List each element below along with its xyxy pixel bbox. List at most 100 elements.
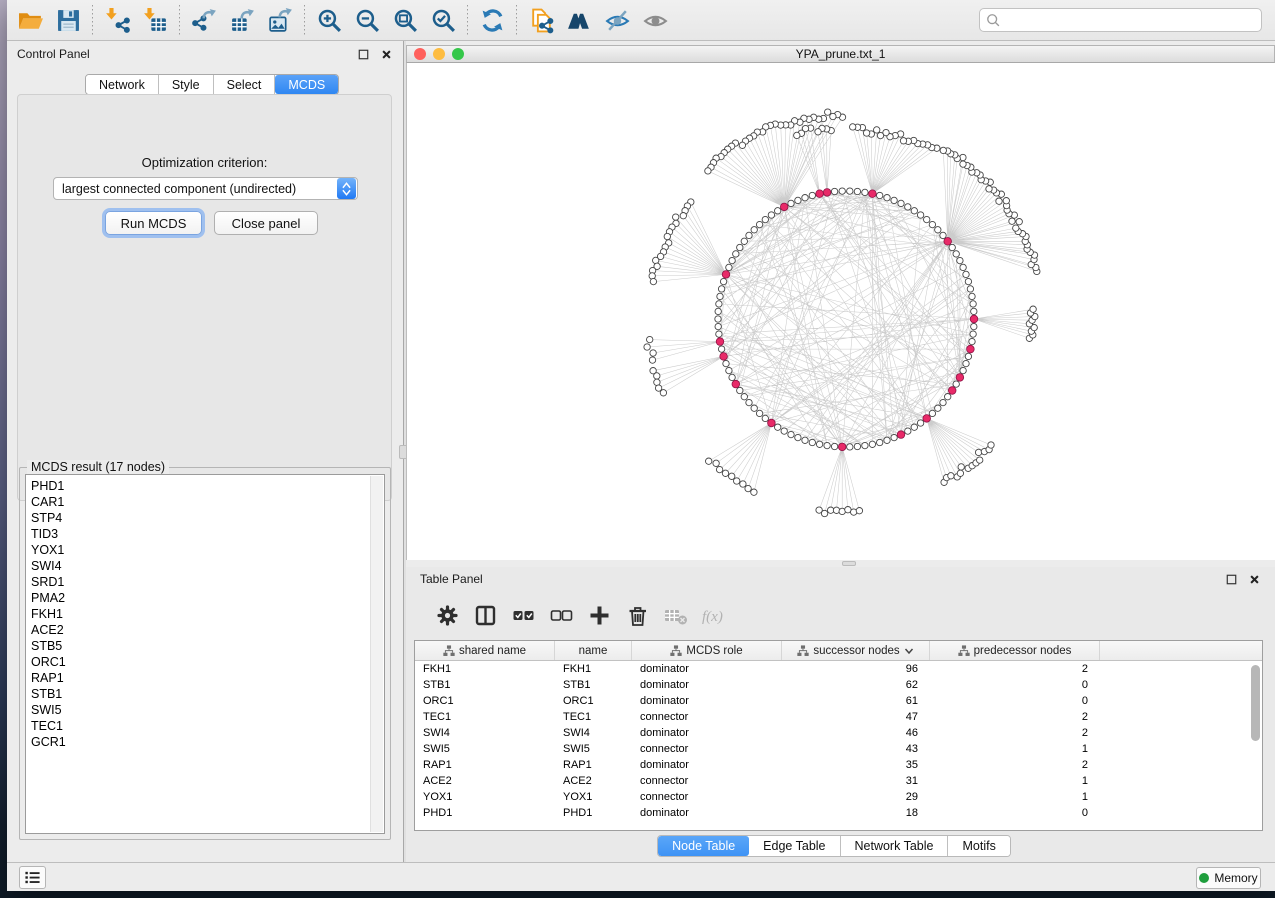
open-file-button[interactable] <box>11 2 49 38</box>
tab-edge-table[interactable]: Edge Table <box>749 836 840 856</box>
close-panel-button[interactable]: Close panel <box>214 211 318 235</box>
show-graphics-button[interactable] <box>636 2 674 38</box>
tab-style[interactable]: Style <box>159 75 214 94</box>
zoom-in-button[interactable] <box>310 2 348 38</box>
table-row[interactable]: PHD1PHD1dominator180 <box>415 805 1262 821</box>
table-row[interactable]: RAP1RAP1dominator352 <box>415 757 1262 773</box>
table-row[interactable]: FKH1FKH1dominator962 <box>415 661 1262 677</box>
mcds-result-item[interactable]: STP4 <box>26 510 368 526</box>
export-image-button[interactable] <box>261 2 299 38</box>
mcds-result-item[interactable]: CAR1 <box>26 494 368 510</box>
toolbar-separator <box>467 5 468 35</box>
table-row[interactable]: SWI4SWI4dominator462 <box>415 725 1262 741</box>
mcds-result-item[interactable]: SRD1 <box>26 574 368 590</box>
hide-graphics-button[interactable] <box>598 2 636 38</box>
tab-select[interactable]: Select <box>214 75 276 94</box>
export-network-button[interactable] <box>185 2 223 38</box>
cell-shared-name: FKH1 <box>415 661 555 677</box>
table-row[interactable]: ORC1ORC1dominator610 <box>415 693 1262 709</box>
task-history-button[interactable] <box>19 866 46 889</box>
memory-label: Memory <box>1214 871 1257 885</box>
cell-predecessor-nodes: 2 <box>930 709 1100 725</box>
export-table-button[interactable] <box>223 2 261 38</box>
delete-column-button[interactable] <box>618 599 656 633</box>
cell-MCDS-role: dominator <box>632 661 782 677</box>
toolbar-separator <box>516 5 517 35</box>
network-canvas[interactable] <box>406 63 1275 560</box>
mcds-list-scrollbar[interactable] <box>370 476 383 832</box>
network-view-frame: YPA_prune.txt_1 <box>406 45 1275 560</box>
refresh-button[interactable] <box>473 2 511 38</box>
mcds-result-item[interactable]: TID3 <box>26 526 368 542</box>
first-neighbors-button[interactable] <box>560 2 598 38</box>
gear-button[interactable] <box>428 599 466 633</box>
float-table-panel-icon[interactable] <box>1224 572 1238 586</box>
mcds-result-item[interactable]: FKH1 <box>26 606 368 622</box>
column-header-shared-name[interactable]: shared name <box>415 641 555 660</box>
mcds-result-item[interactable]: RAP1 <box>26 670 368 686</box>
select-all-button[interactable] <box>504 599 542 633</box>
cell-name: STB1 <box>555 677 632 693</box>
run-mcds-button[interactable]: Run MCDS <box>105 211 202 235</box>
mcds-result-item[interactable]: SWI5 <box>26 702 368 718</box>
mcds-result-item[interactable]: PHD1 <box>26 478 368 494</box>
cell-MCDS-role: dominator <box>632 725 782 741</box>
add-column-button[interactable] <box>580 599 618 633</box>
table-row[interactable]: STB1STB1dominator620 <box>415 677 1262 693</box>
tab-network-table[interactable]: Network Table <box>841 836 949 856</box>
table-row[interactable]: SWI5SWI5connector431 <box>415 741 1262 757</box>
table-row[interactable]: YOX1YOX1connector291 <box>415 789 1262 805</box>
criterion-value: largest connected component (undirected) <box>54 182 337 196</box>
status-bar: Memory <box>7 862 1275 891</box>
tab-mcds[interactable]: MCDS <box>275 75 338 94</box>
float-panel-icon[interactable] <box>356 47 370 61</box>
mcds-result-item[interactable]: SWI4 <box>26 558 368 574</box>
mcds-result-item[interactable]: YOX1 <box>26 542 368 558</box>
column-header-predecessor-nodes[interactable]: predecessor nodes <box>930 641 1100 660</box>
search-input[interactable] <box>1005 13 1255 27</box>
import-network-button[interactable] <box>98 2 136 38</box>
network-window-titlebar: YPA_prune.txt_1 <box>406 45 1275 63</box>
zoom-selected-button[interactable] <box>424 2 462 38</box>
close-table-panel-icon[interactable] <box>1247 572 1261 586</box>
close-panel-icon[interactable] <box>379 47 393 61</box>
column-header-name[interactable]: name <box>555 641 632 660</box>
zoom-out-button[interactable] <box>348 2 386 38</box>
column-header-successor-nodes[interactable]: successor nodes <box>782 641 930 660</box>
horizontal-splitter[interactable] <box>406 560 1275 567</box>
table-scrollbar-thumb[interactable] <box>1251 665 1260 741</box>
cell-successor-nodes: 43 <box>782 741 930 757</box>
show-columns-button[interactable] <box>466 599 504 633</box>
save-session-button[interactable] <box>49 2 87 38</box>
criterion-dropdown[interactable]: largest connected component (undirected) <box>53 177 358 200</box>
mcds-result-item[interactable]: STB5 <box>26 638 368 654</box>
mcds-result-item[interactable]: GCR1 <box>26 734 368 750</box>
network-graph[interactable] <box>407 63 1275 560</box>
table-toolbar: f(x) <box>414 594 732 637</box>
tab-motifs[interactable]: Motifs <box>948 836 1009 856</box>
mcds-result-item[interactable]: ORC1 <box>26 654 368 670</box>
cell-name: SWI4 <box>555 725 632 741</box>
horizontal-splitter-handle[interactable] <box>842 561 856 566</box>
mcds-result-item[interactable]: PMA2 <box>26 590 368 606</box>
tab-node-table[interactable]: Node Table <box>658 836 749 856</box>
table-row[interactable]: ACE2ACE2connector311 <box>415 773 1262 789</box>
refresh-icon <box>479 7 506 34</box>
mcds-result-item[interactable]: ACE2 <box>26 622 368 638</box>
function-builder-icon: f(x) <box>701 603 726 628</box>
mcds-result-item[interactable]: STB1 <box>26 686 368 702</box>
column-header-MCDS-role[interactable]: MCDS role <box>632 641 782 660</box>
tab-network[interactable]: Network <box>86 75 159 94</box>
cell-name: ACE2 <box>555 773 632 789</box>
memory-button[interactable]: Memory <box>1196 867 1261 889</box>
zoom-fit-button[interactable] <box>386 2 424 38</box>
toolbar-group <box>522 0 674 40</box>
import-table-button[interactable] <box>136 2 174 38</box>
export-network-icon <box>191 7 218 34</box>
table-row[interactable]: TEC1TEC1connector472 <box>415 709 1262 725</box>
new-network-from-selection-button[interactable] <box>522 2 560 38</box>
mcds-result-item[interactable]: TEC1 <box>26 718 368 734</box>
search-box[interactable] <box>979 8 1262 32</box>
deselect-all-button[interactable] <box>542 599 580 633</box>
mcds-result-title: MCDS result (17 nodes) <box>27 460 169 474</box>
